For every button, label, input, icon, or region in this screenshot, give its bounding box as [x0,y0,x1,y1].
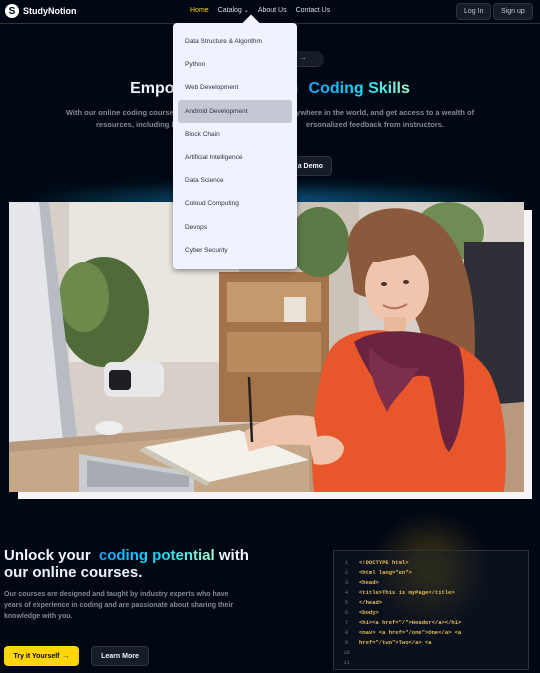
nav-link-catalog[interactable]: Catalog ⌄ [218,7,249,14]
signup-button[interactable]: Sign up [493,3,533,20]
code-line-numbers: 1 2 3 4 5 6 7 8 9 10 11 [334,558,359,669]
catalog-item[interactable]: Devops [178,216,292,239]
section-title-part: Unlock your [4,547,91,564]
nav-links: Home Catalog ⌄ About Us Contact Us [190,7,330,14]
nav-link-about[interactable]: About Us [258,7,287,14]
brand-logo[interactable]: S StudyNotion [5,4,77,18]
arrow-right-icon: → [299,53,307,62]
line-number: 7 [344,619,349,626]
section-title-part: our online courses. [4,563,143,581]
catalog-item[interactable]: Coloud Computing [178,192,292,215]
section-title: Unlock your coding potential with our on… [4,547,284,582]
line-number: 9 [344,639,349,646]
catalog-item[interactable]: Web Development [178,76,292,99]
line-number: 6 [344,609,349,616]
nav-link-contact[interactable]: Contact Us [296,7,331,14]
try-it-yourself-label: Try it Yourself [13,652,60,660]
code-line: href="/two">Two</a> <a [359,639,432,646]
arrow-right-icon: → [62,652,70,660]
line-number: 3 [344,579,349,586]
learn-more-button[interactable]: Learn More [91,646,149,666]
line-number: 11 [343,659,350,666]
code-line: <title>This is myPage</title> [359,589,455,596]
line-number: 8 [344,629,349,636]
login-button[interactable]: Log In [456,3,492,20]
catalog-item[interactable]: Cyber Security [178,239,292,262]
logo-icon: S [5,4,19,18]
line-number: 1 [344,559,349,566]
brand-name: StudyNotion [23,6,77,16]
hero-subtitle-part: ersonalized feedback from instructors. [306,120,444,129]
hero-subtitle-part: anywhere in the world, and get access to… [287,108,475,117]
catalog-item[interactable]: Data Science [178,169,292,192]
catalog-dropdown: Data Structure & Algorithm Python Web De… [173,14,297,269]
line-number: 4 [344,589,349,596]
catalog-item[interactable]: Artificial Intelligence [178,146,292,169]
code-line: </head> [359,599,383,606]
line-number: 10 [343,649,350,656]
navbar: S StudyNotion Home Catalog ⌄ About Us Co… [0,0,540,24]
code-lines: <!DOCTYPE html> <html lang="en"> <head> … [359,558,528,669]
catalog-item[interactable]: Data Structure & Algorithm [178,30,292,53]
catalog-item-hovered[interactable]: Android Development [178,99,292,123]
section-description: Our courses are designed and taught by i… [4,591,234,620]
chevron-down-icon: ⌄ [243,8,249,14]
section-title-highlight: coding potential [98,547,215,564]
hero-subtitle-part: resources, including h [96,120,177,129]
line-number: 5 [344,599,349,606]
code-block: 1 2 3 4 5 6 7 8 9 10 11 <!DOCTYPE html> … [333,550,529,670]
line-number: 2 [344,569,349,576]
nav-link-home[interactable]: Home [190,7,209,14]
section-title-part: with [218,547,249,564]
code-line: <body> [359,609,379,616]
catalog-item[interactable]: Block Chain [178,123,292,146]
hero-title-highlight: Coding Skills [308,80,410,97]
try-it-yourself-button[interactable]: Try it Yourself → [4,646,79,666]
code-line: <head> [359,579,379,586]
nav-link-catalog-label: Catalog [217,7,242,14]
code-line: <nav> <a href="/one">One</a> <a [359,629,462,636]
catalog-item[interactable]: Python [178,53,292,76]
code-line: <!DOCTYPE html> [359,559,409,566]
code-line: <h1><a href="/">Header</a></h1> [359,619,462,626]
code-line: <html lang="en"> [359,569,412,576]
